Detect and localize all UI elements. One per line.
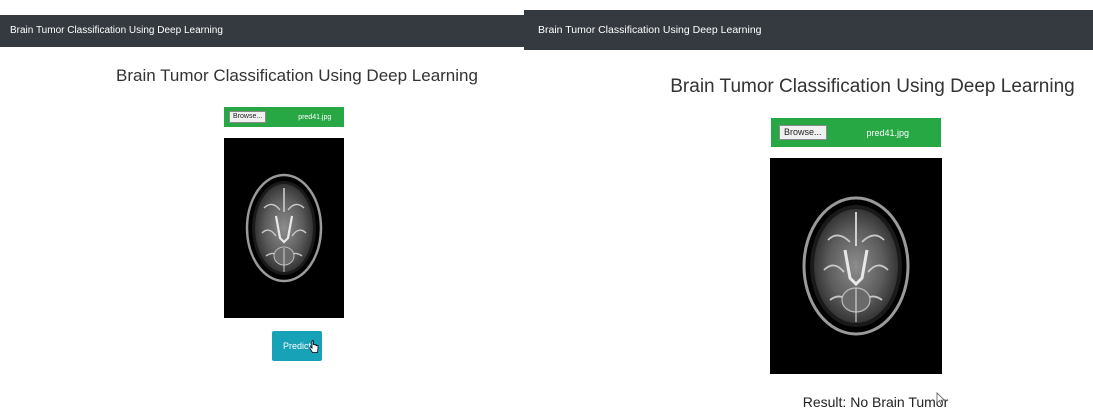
brain-mri-image	[802, 196, 910, 336]
selected-file-name: pred41.jpg	[866, 127, 910, 138]
mri-image-preview	[770, 158, 942, 374]
navbar-brand[interactable]: Brain Tumor Classification Using Deep Le…	[10, 26, 223, 36]
page-title: Brain Tumor Classification Using Deep Le…	[116, 66, 478, 85]
file-upload-field[interactable]: Browse... pred41.jpg	[224, 107, 344, 127]
prediction-result: Result: No Brain Tumor	[802, 394, 949, 410]
page-title: Brain Tumor Classification Using Deep Le…	[670, 76, 1075, 97]
right-screenshot-panel: Brain Tumor Classification Using Deep Le…	[524, 0, 1093, 415]
predict-button-label: Predict	[282, 341, 311, 351]
mri-image-preview	[224, 138, 344, 318]
navbar-brand[interactable]: Brain Tumor Classification Using Deep Le…	[538, 25, 762, 36]
navbar: Brain Tumor Classification Using Deep Le…	[524, 10, 1093, 50]
brain-mri-image	[245, 173, 323, 283]
navbar: Brain Tumor Classification Using Deep Le…	[0, 15, 524, 47]
file-upload-field[interactable]: Browse... pred41.jpg	[771, 118, 941, 147]
browse-button[interactable]: Browse...	[779, 124, 827, 141]
left-screenshot-panel: Brain Tumor Classification Using Deep Le…	[0, 0, 524, 415]
browse-button[interactable]: Browse...	[229, 111, 267, 123]
arrow-pointer-icon	[936, 392, 946, 406]
hand-pointer-icon	[309, 340, 319, 353]
selected-file-name: pred41.jpg	[298, 113, 332, 121]
